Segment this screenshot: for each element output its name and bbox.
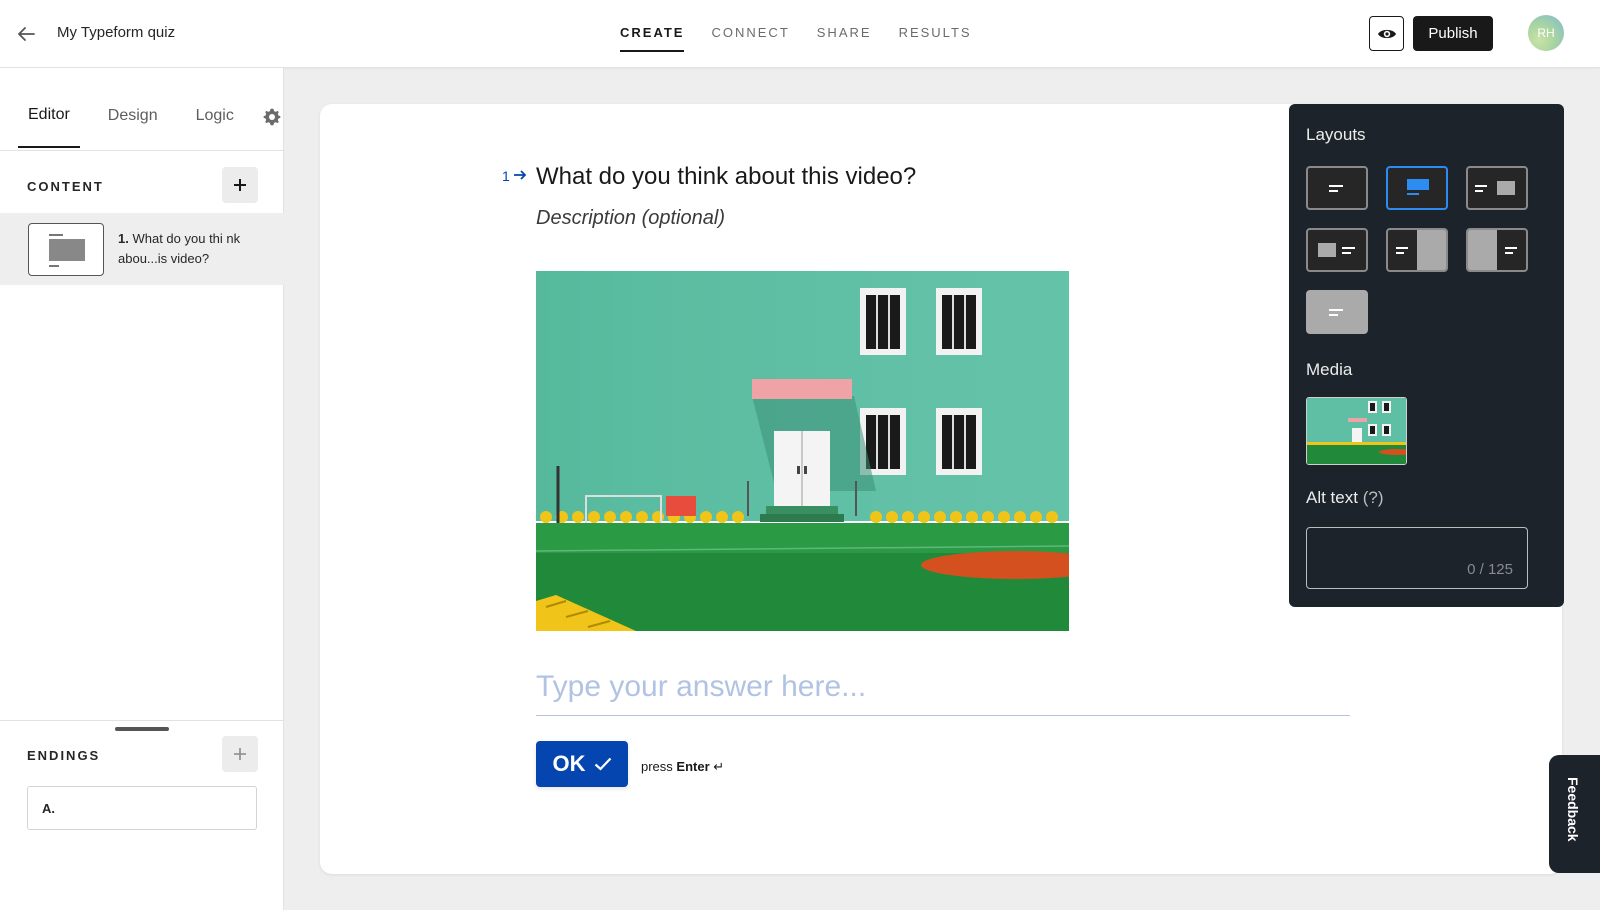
editor-subtabs: Editor Design Logic <box>18 106 282 148</box>
ok-button-label: OK <box>552 751 586 776</box>
question-list-text: What do you thi nk abou...is video? <box>118 231 241 266</box>
layout-image-right-icon <box>1475 181 1515 195</box>
main-nav-tabs: CREATE CONNECT SHARE RESULTS <box>620 25 999 52</box>
answer-input[interactable] <box>536 666 1350 716</box>
layout-split-right-icon <box>1396 230 1446 270</box>
tab-share[interactable]: SHARE <box>817 25 872 52</box>
form-title[interactable]: My Typeform quiz <box>57 24 175 41</box>
press-prefix: press <box>641 759 673 774</box>
tab-connect[interactable]: CONNECT <box>711 25 789 52</box>
layouts-heading: Layouts <box>1306 125 1366 144</box>
layout-option-image-right[interactable] <box>1466 166 1528 210</box>
tab-editor[interactable]: Editor <box>18 106 80 148</box>
layout-split-left-icon <box>1468 230 1517 270</box>
alt-text-help-icon[interactable]: (?) <box>1363 488 1384 507</box>
feedback-button[interactable]: Feedback <box>1549 755 1600 873</box>
layout-text-icon <box>1329 185 1343 192</box>
plus-icon <box>234 179 246 191</box>
layout-background-icon <box>1329 309 1343 316</box>
layout-option-image-top[interactable] <box>1386 166 1448 210</box>
layout-option-text-only[interactable] <box>1306 166 1368 210</box>
question-image[interactable] <box>536 271 1069 631</box>
alt-text-label: Alt text <box>1306 488 1358 507</box>
layout-image-top-icon <box>1407 179 1429 195</box>
enter-key-icon: ↵ <box>713 759 725 774</box>
add-question-button[interactable] <box>222 167 258 203</box>
question-number: 1 <box>502 168 510 184</box>
plus-icon <box>234 748 246 760</box>
layouts-panel: Layouts Media Alt text (?) 0 / 125 <box>1289 104 1564 607</box>
question-layout-thumbnail <box>28 223 104 276</box>
question-list-label: 1. What do you thi nk abou...is video? <box>118 229 248 269</box>
question-description[interactable]: Description (optional) <box>536 207 725 230</box>
ending-item[interactable]: A. <box>27 786 257 830</box>
content-heading: CONTENT <box>27 179 104 194</box>
publish-button[interactable]: Publish <box>1413 16 1493 51</box>
building-photo <box>536 271 1069 631</box>
divider <box>0 150 284 151</box>
gear-icon[interactable] <box>262 107 282 127</box>
list-item[interactable]: 1. What do you thi nk abou...is video? <box>0 213 284 285</box>
alt-text-counter: 0 / 125 <box>1467 561 1513 578</box>
press-enter-hint: press Enter ↵ <box>641 759 724 775</box>
media-thumbnail-image <box>1307 398 1406 464</box>
tab-results[interactable]: RESULTS <box>899 25 972 52</box>
question-list-number: 1. <box>118 231 129 246</box>
avatar[interactable]: RH <box>1528 15 1564 51</box>
tab-create[interactable]: CREATE <box>620 25 685 52</box>
top-bar: My Typeform quiz CREATE CONNECT SHARE RE… <box>0 0 1600 68</box>
question-title[interactable]: What do you think about this video? <box>536 163 916 191</box>
layout-option-image-left[interactable] <box>1306 228 1368 272</box>
media-thumbnail[interactable] <box>1306 397 1407 465</box>
ok-button[interactable]: OK <box>536 741 628 787</box>
arrow-right-icon <box>514 170 527 180</box>
tab-logic[interactable]: Logic <box>186 107 244 147</box>
divider <box>0 720 284 721</box>
preview-button[interactable] <box>1369 16 1404 51</box>
layout-option-split-right[interactable] <box>1386 228 1448 272</box>
layout-image-left-icon <box>1318 243 1355 257</box>
resize-handle[interactable] <box>115 727 169 731</box>
media-heading: Media <box>1306 360 1353 379</box>
back-arrow-icon[interactable] <box>14 22 38 46</box>
alt-text-field[interactable]: 0 / 125 <box>1306 527 1528 589</box>
press-key: Enter <box>676 759 710 774</box>
checkmark-icon <box>594 757 611 771</box>
endings-heading: ENDINGS <box>27 748 101 763</box>
alt-text-heading: Alt text (?) <box>1306 488 1383 508</box>
tab-design[interactable]: Design <box>98 107 168 147</box>
sidebar: Editor Design Logic CONTENT 1. What do y… <box>0 68 284 910</box>
add-ending-button[interactable] <box>222 736 258 772</box>
layout-option-background[interactable] <box>1306 290 1368 334</box>
feedback-label: Feedback <box>1565 777 1581 842</box>
layout-option-split-left[interactable] <box>1466 228 1528 272</box>
eye-icon <box>1377 29 1396 38</box>
